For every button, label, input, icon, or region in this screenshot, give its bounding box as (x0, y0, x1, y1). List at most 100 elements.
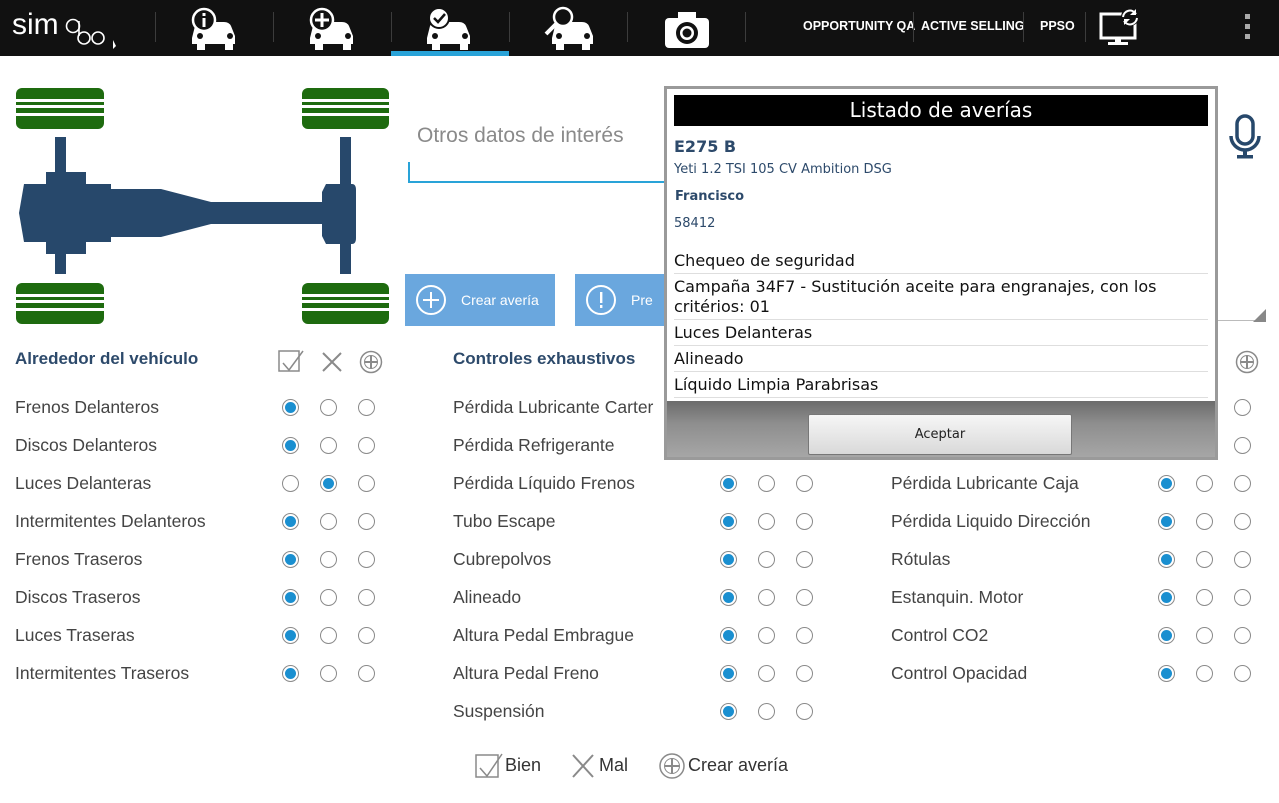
radio-crear[interactable] (796, 589, 813, 606)
radio-bien[interactable] (282, 665, 299, 682)
radio-mal[interactable] (320, 513, 337, 530)
radio-crear[interactable] (796, 703, 813, 720)
radio-mal[interactable] (1196, 589, 1213, 606)
radio-crear[interactable] (358, 665, 375, 682)
radio-bien[interactable] (1158, 665, 1175, 682)
tire-rear-left[interactable] (16, 283, 104, 324)
radio-crear[interactable] (796, 551, 813, 568)
radio-bien[interactable] (1158, 627, 1175, 644)
crear-averia-button[interactable]: Crear avería (405, 274, 555, 326)
radio-mal[interactable] (1196, 627, 1213, 644)
radio-bien[interactable] (282, 475, 299, 492)
radio-mal[interactable] (320, 665, 337, 682)
check-row-label: Pérdida Líquido Frenos (453, 473, 635, 493)
tab-vehicle-search[interactable] (510, 0, 628, 56)
radio-mal[interactable] (758, 475, 775, 492)
tab-vehicle-check[interactable] (391, 0, 509, 56)
radio-crear[interactable] (358, 627, 375, 644)
crear-averia-icon (659, 753, 685, 779)
check-row-label: Pérdida Lubricante Carter (453, 397, 654, 417)
radio-mal[interactable] (1196, 665, 1213, 682)
radio-crear[interactable] (1234, 551, 1251, 568)
radio-crear[interactable] (1234, 589, 1251, 606)
tab-vehicle-info[interactable] (156, 0, 274, 56)
radio-bien[interactable] (282, 589, 299, 606)
radio-mal[interactable] (758, 665, 775, 682)
resize-handle[interactable] (1253, 309, 1266, 322)
radio-mal[interactable] (758, 703, 775, 720)
radio-crear[interactable] (1234, 399, 1251, 416)
radio-crear[interactable] (358, 513, 375, 530)
radio-crear[interactable] (358, 437, 375, 454)
radio-mal[interactable] (758, 589, 775, 606)
otros-datos-field-label[interactable]: Otros datos de interés (417, 124, 624, 148)
radio-bien[interactable] (282, 551, 299, 568)
radio-crear[interactable] (358, 551, 375, 568)
averia-item[interactable]: Chequeo de seguridad (674, 248, 1208, 274)
radio-crear[interactable] (358, 589, 375, 606)
alert-circle-icon (586, 285, 616, 315)
microphone-icon[interactable] (1228, 114, 1262, 164)
radio-mal[interactable] (320, 589, 337, 606)
radio-bien[interactable] (282, 437, 299, 454)
radio-mal[interactable] (320, 551, 337, 568)
radio-bien[interactable] (1158, 551, 1175, 568)
radio-bien[interactable] (1158, 475, 1175, 492)
tire-front-left[interactable] (16, 88, 104, 129)
radio-mal[interactable] (320, 399, 337, 416)
tab-vehicle-add[interactable] (274, 0, 392, 56)
radio-mal[interactable] (1196, 551, 1213, 568)
overflow-menu-icon[interactable] (1244, 14, 1252, 42)
check-row-label: Suspensión (453, 701, 545, 721)
averia-item[interactable]: Campaña 34F7 - Sustitución aceite para e… (674, 274, 1208, 320)
radio-crear[interactable] (796, 665, 813, 682)
radio-crear[interactable] (1234, 665, 1251, 682)
radio-bien[interactable] (282, 513, 299, 530)
radio-bien[interactable] (720, 551, 737, 568)
radio-crear[interactable] (1234, 475, 1251, 492)
radio-mal[interactable] (758, 551, 775, 568)
radio-bien[interactable] (720, 627, 737, 644)
radio-mal[interactable] (320, 627, 337, 644)
radio-crear[interactable] (1234, 513, 1251, 530)
radio-crear[interactable] (796, 475, 813, 492)
radio-crear[interactable] (358, 475, 375, 492)
check-row-label: Estanquin. Motor (891, 587, 1024, 607)
radio-bien[interactable] (720, 513, 737, 530)
link-active-selling[interactable]: ACTIVE SELLING (921, 19, 1024, 33)
tire-rear-right[interactable] (302, 283, 389, 324)
link-opportunity-qa[interactable]: OPPORTUNITY QA (803, 19, 915, 33)
sync-screen-button[interactable] (1098, 6, 1144, 48)
radio-mal[interactable] (758, 627, 775, 644)
radio-mal[interactable] (320, 437, 337, 454)
check-row: Discos Delanteros (15, 434, 396, 458)
radio-bien[interactable] (282, 627, 299, 644)
pre-button[interactable]: Pre (575, 274, 665, 326)
radio-mal[interactable] (320, 475, 337, 492)
averia-item[interactable]: Luces Delanteras (674, 320, 1208, 346)
averia-item[interactable]: Alineado (674, 346, 1208, 372)
tab-camera[interactable] (628, 0, 746, 56)
radio-mal[interactable] (758, 513, 775, 530)
tire-front-right[interactable] (302, 88, 389, 129)
radio-bien[interactable] (282, 399, 299, 416)
radio-crear[interactable] (796, 513, 813, 530)
radio-crear[interactable] (1234, 627, 1251, 644)
radio-mal[interactable] (1196, 475, 1213, 492)
radio-bien[interactable] (720, 703, 737, 720)
radio-bien[interactable] (720, 475, 737, 492)
radio-bien[interactable] (1158, 513, 1175, 530)
averia-item[interactable]: Líquido Limpia Parabrisas (674, 372, 1208, 398)
link-ppso[interactable]: PPSO (1040, 19, 1075, 33)
otros-datos-input[interactable] (408, 162, 666, 183)
radio-bien[interactable] (720, 589, 737, 606)
divider (913, 12, 914, 42)
radio-crear[interactable] (796, 627, 813, 644)
radio-crear[interactable] (1234, 437, 1251, 454)
radio-bien[interactable] (1158, 589, 1175, 606)
check-row: Pérdida Líquido Frenos (453, 472, 834, 496)
radio-crear[interactable] (358, 399, 375, 416)
radio-mal[interactable] (1196, 513, 1213, 530)
radio-bien[interactable] (720, 665, 737, 682)
aceptar-button[interactable]: Aceptar (808, 414, 1072, 455)
